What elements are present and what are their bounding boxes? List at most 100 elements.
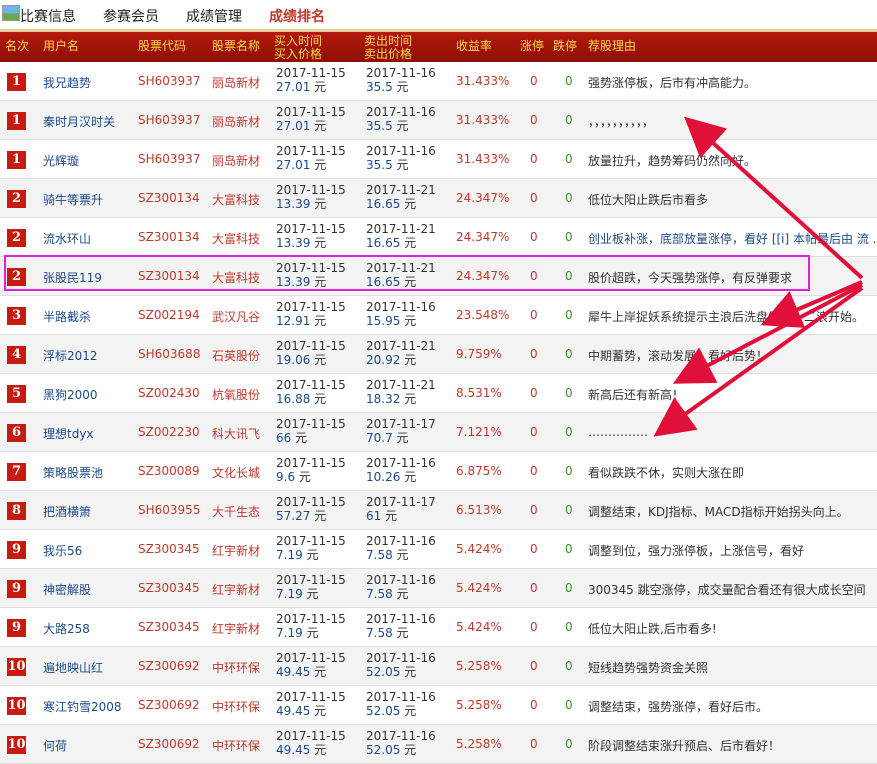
user-name-link[interactable]: 半路截杀: [43, 308, 91, 325]
user-name-link[interactable]: 策略股票池: [43, 464, 103, 481]
sell-price: 16.65: [366, 197, 401, 211]
reason-text: 放量拉升，趋势筹码仍然向好。: [588, 154, 757, 168]
user-name-link[interactable]: 秦时月汉时关: [43, 113, 115, 130]
top-tab-bar: 比赛信息 参赛会员 成绩管理 成绩排名: [0, 0, 877, 30]
reason-text: 调整结束，KDJ指标、MACD指标开始拐头向上。: [588, 505, 849, 519]
user-name-link[interactable]: 把酒横箫: [43, 503, 91, 520]
sell-time: 2017-11-21: [366, 339, 436, 353]
buy-unit: 元: [314, 704, 327, 718]
zt-count: 0: [530, 386, 538, 400]
dt-count: 0: [565, 191, 573, 205]
table-row: 9 我乐56 SZ300345 红宇新材 2017-11-15 7.19 元 2017-11…: [0, 530, 877, 569]
dt-count: 0: [565, 152, 573, 166]
sell-unit: 元: [404, 392, 417, 406]
buy-unit: 元: [314, 236, 327, 250]
user-name-link[interactable]: 我乐56: [43, 542, 82, 559]
stock-code: SZ300134: [138, 191, 200, 205]
table-row: 2 骑牛等票升 SZ300134 大富科技 2017-11-15 13.39 元 2017-…: [0, 179, 877, 218]
stock-code: SZ300345: [138, 620, 200, 634]
zt-count: 0: [530, 542, 538, 556]
reason-text: 调整到位，强力涨停板，上涨信号，看好: [588, 544, 805, 558]
buy-cell: 2017-11-15 13.39 元: [276, 183, 346, 211]
yield-value: 5.424%: [456, 581, 502, 595]
tab-score-ranking[interactable]: 成绩排名: [269, 6, 325, 26]
zt-count: 0: [530, 74, 538, 88]
buy-unit: 元: [306, 548, 319, 562]
reason-text: 中期蓄势，滚动发展，看好后势！: [588, 349, 769, 363]
stock-code: SZ300692: [138, 698, 200, 712]
buy-time: 2017-11-15: [276, 534, 346, 548]
dt-count: 0: [565, 542, 573, 556]
yield-value: 24.347%: [456, 230, 510, 244]
header-rank: 名次: [5, 39, 30, 53]
rank-badge: 5: [7, 385, 26, 403]
user-name-link[interactable]: 我兄趋势: [43, 74, 91, 91]
rank-badge: 6: [7, 424, 26, 442]
user-name-link[interactable]: 遍地映山红: [43, 659, 103, 676]
rank-badge: 9: [7, 580, 26, 598]
table-row: 10 遍地映山红 SZ300692 中环环保 2017-11-15 49.45 元 2017…: [0, 647, 877, 686]
dt-count: 0: [565, 425, 573, 439]
user-name-link[interactable]: 流水环山: [43, 230, 91, 247]
buy-time: 2017-11-15: [276, 651, 346, 665]
buy-price: 27.01: [276, 119, 311, 133]
rank-badge: 1: [7, 73, 26, 91]
header-code: 股票代码: [138, 39, 187, 53]
buy-price: 13.39: [276, 197, 311, 211]
buy-price: 49.45: [276, 665, 311, 679]
user-name-link[interactable]: 神密解股: [43, 581, 91, 598]
user-name-link[interactable]: 骑牛等票升: [43, 191, 103, 208]
reason-text[interactable]: 创业板补涨，底部放量涨停，看好 [[i] 本帖最后由 流 ...: [588, 230, 877, 247]
user-name-link[interactable]: 浮标2012: [43, 347, 98, 364]
sell-unit: 元: [396, 548, 409, 562]
buy-time: 2017-11-15: [276, 495, 346, 509]
sell-price: 16.65: [366, 236, 401, 250]
sell-price: 15.95: [366, 314, 401, 328]
tab-score-management[interactable]: 成绩管理: [186, 6, 242, 26]
reason-text: ……………: [588, 425, 648, 439]
zt-count: 0: [530, 503, 538, 517]
sell-cell: 2017-11-16 35.5 元: [366, 105, 436, 133]
user-name-link[interactable]: 何荷: [43, 737, 67, 754]
reason-text: ，，，，，，，，，，: [588, 115, 655, 129]
buy-cell: 2017-11-15 66 元: [276, 417, 346, 445]
zt-count: 0: [530, 737, 538, 751]
header-sell-price: 卖出价格: [364, 47, 413, 61]
reason-text: 300345 跳空涨停，成交量配合看还有很大成长空间: [588, 583, 866, 597]
sell-cell: 2017-11-16 7.58 元: [366, 573, 436, 601]
tab-match-info[interactable]: 比赛信息: [20, 6, 76, 26]
yield-value: 7.121%: [456, 425, 502, 439]
user-name-link[interactable]: 黑狗2000: [43, 386, 98, 403]
sell-cell: 2017-11-21 18.32 元: [366, 378, 436, 406]
user-name-link[interactable]: 寒江钓雪2008: [43, 698, 122, 715]
stock-code: SH603937: [138, 74, 201, 88]
user-name-link[interactable]: 大路258: [43, 620, 90, 637]
table-row: 1 秦时月汉时关 SH603937 丽岛新材 2017-11-15 27.01 元 2017…: [0, 101, 877, 140]
zt-count: 0: [530, 581, 538, 595]
sell-unit: 元: [385, 509, 398, 523]
buy-unit: 元: [314, 392, 327, 406]
sell-price: 52.05: [366, 665, 401, 679]
dt-count: 0: [565, 347, 573, 361]
yield-value: 31.433%: [456, 74, 510, 88]
user-name-link[interactable]: 光辉璇: [43, 152, 79, 169]
rank-badge: 8: [7, 502, 26, 520]
zt-count: 0: [530, 659, 538, 673]
user-name-link[interactable]: 理想tdyx: [43, 425, 94, 442]
dt-count: 0: [565, 581, 573, 595]
buy-time: 2017-11-15: [276, 300, 346, 314]
table-row: 1 光辉璇 SH603937 丽岛新材 2017-11-15 27.01 元 2017-11…: [0, 140, 877, 179]
zt-count: 0: [530, 425, 538, 439]
stock-name: 文化长城: [212, 466, 261, 480]
sell-cell: 2017-11-16 10.26 元: [366, 456, 436, 484]
buy-price: 19.06: [276, 353, 311, 367]
buy-time: 2017-11-15: [276, 690, 346, 704]
buy-unit: 元: [314, 353, 327, 367]
sell-price: 52.05: [366, 704, 401, 718]
table-row: 10 寒江钓雪2008 SZ300692 中环环保 2017-11-15 49.45 元2…: [0, 686, 877, 725]
rank-badge: 2: [7, 190, 26, 208]
buy-unit: 元: [314, 314, 327, 328]
dt-count: 0: [565, 230, 573, 244]
buy-time: 2017-11-15: [276, 378, 346, 392]
tab-members[interactable]: 参赛会员: [103, 6, 159, 26]
